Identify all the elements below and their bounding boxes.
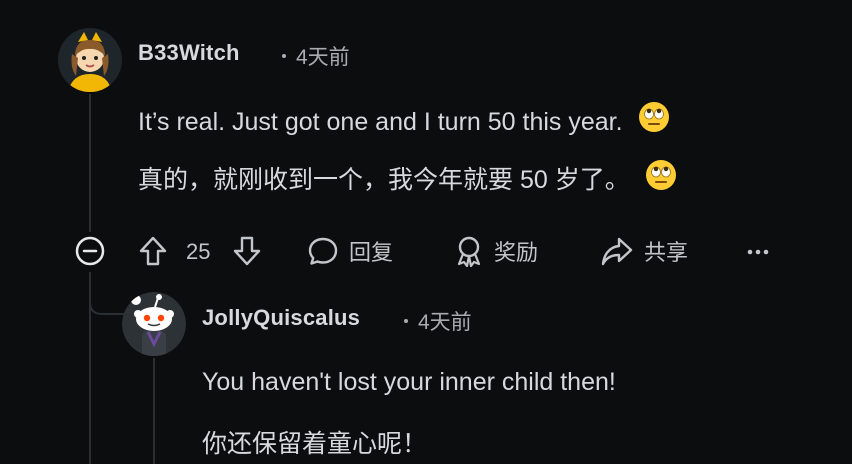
rolling-eyes-emoji-icon (645, 159, 677, 198)
award-label: 奖励 (494, 240, 539, 265)
reply-timestamp: 4天前 (404, 306, 472, 336)
thread-branch (89, 272, 126, 315)
upvote-arrow-icon (139, 236, 167, 266)
collapse-minus-icon (75, 236, 105, 266)
reply-user-avatar[interactable] (122, 292, 186, 356)
reply-username[interactable]: JollyQuiscalus (202, 305, 360, 331)
more-dots-icon (747, 249, 769, 255)
chat-bubble-icon (308, 237, 338, 265)
separator-dot (404, 319, 408, 324)
share-button[interactable]: 共享 (600, 235, 688, 267)
reply-text-en: You haven't lost your inner child then! (202, 368, 616, 396)
downvote-button[interactable] (232, 235, 262, 267)
comment-username[interactable]: B33Witch (138, 40, 240, 66)
rolling-eyes-emoji-icon (638, 101, 670, 140)
collapse-thread-button[interactable] (75, 236, 105, 266)
vote-count-label: 25 (186, 239, 211, 264)
more-options-button[interactable] (746, 240, 770, 264)
share-label: 共享 (644, 240, 689, 265)
comment-text-en: It’s real. Just got one and I turn 50 th… (138, 101, 670, 143)
comment-timestamp: 4天前 (282, 41, 350, 71)
comment-text-en-span: It’s real. Just got one and I turn 50 th… (138, 108, 623, 137)
award-medal-icon (457, 236, 481, 267)
reply-time: 4天前 (418, 311, 472, 334)
comment-text-zh: 真的，就刚收到一个，我今年就要 50 岁了。 (138, 159, 677, 201)
comment-text-zh-span: 真的，就刚收到一个，我今年就要 50 岁了。 (138, 166, 630, 194)
upvote-button[interactable] (138, 235, 168, 267)
vote-count: 25 (186, 239, 210, 265)
user-avatar[interactable] (58, 28, 122, 92)
reply-button[interactable]: 回复 (307, 235, 393, 267)
thread-line-reply (153, 358, 155, 464)
separator-dot (282, 54, 286, 59)
reply-label: 回复 (349, 240, 394, 265)
comment-time: 4天前 (296, 46, 350, 69)
downvote-arrow-icon (233, 236, 261, 266)
thread-line-main (89, 94, 91, 232)
award-button[interactable]: 奖励 (454, 235, 538, 267)
share-arrow-icon (601, 237, 633, 266)
reply-text-zh: 你还保留着童心呢！ (202, 430, 428, 458)
